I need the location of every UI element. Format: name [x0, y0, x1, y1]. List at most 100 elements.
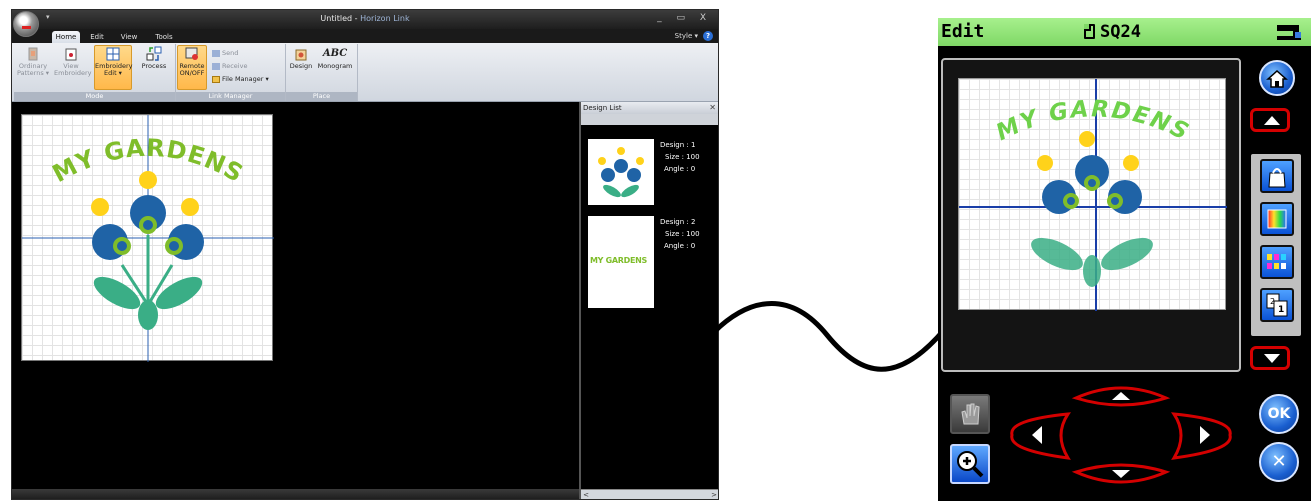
process-button[interactable]: Process — [136, 46, 172, 70]
ribbon: Ordinary Patterns ▾ View Embroidery Embr… — [12, 43, 718, 102]
remote-label: Remote ON/OFF — [179, 62, 205, 77]
embroidery-edit-icon — [106, 47, 120, 61]
thread-colors-icon — [1267, 254, 1286, 269]
thread-colors-button[interactable] — [1260, 245, 1294, 279]
svg-text:1: 1 — [1278, 305, 1284, 315]
design-artwork[interactable]: MY GARDENS — [22, 115, 274, 362]
color-tool-button[interactable] — [1260, 202, 1294, 236]
remote-onoff-button[interactable]: Remote ON/OFF — [177, 45, 207, 90]
monogram-button[interactable]: ABC Monogram — [316, 46, 354, 70]
style-menu[interactable]: Style ▾ — [675, 32, 698, 40]
design-button[interactable]: Design — [288, 46, 314, 70]
send-label: Send — [222, 49, 239, 57]
scroll-down-button[interactable] — [1250, 346, 1290, 370]
home-button[interactable] — [1259, 60, 1295, 96]
design-number: Design : 1 — [660, 141, 696, 149]
view-embroidery-label: View Embroidery — [54, 62, 92, 77]
design-list-panel: Design List ✕ Design : 1 Size : 100 Angl… — [579, 102, 718, 499]
title-separator: - — [352, 14, 361, 23]
scroll-up-button[interactable] — [1250, 108, 1290, 132]
view-embroidery-button[interactable]: View Embroidery — [54, 46, 92, 77]
receive-label: Receive — [222, 62, 248, 70]
frame-label: SQ24 — [1100, 22, 1141, 42]
up-arrow-icon — [1264, 116, 1280, 125]
scroll-left-arrow[interactable]: < — [581, 490, 591, 499]
scroll-right-arrow[interactable]: > — [709, 490, 718, 499]
folder-icon — [212, 75, 220, 83]
ordinary-patterns-label: Ordinary Patterns ▾ — [16, 62, 50, 77]
design-canvas[interactable]: MY GARDENS — [21, 114, 274, 362]
design-thumbnail-2[interactable]: MY GARDENS — [588, 216, 654, 308]
bag-tool-button[interactable] — [1260, 159, 1294, 193]
canvas-area: MY GARDENS — [12, 102, 579, 490]
cancel-button[interactable]: ✕ — [1259, 442, 1299, 482]
app-menu-logo-icon[interactable] — [13, 11, 39, 37]
connection-cable — [712, 301, 946, 372]
down-arrow-icon — [1264, 354, 1280, 363]
ribbon-tabs: Home Edit View Tools Style ▾ ? — [12, 29, 718, 44]
frame-icon — [1084, 24, 1095, 39]
window-title: Untitled - Horizon Link — [12, 14, 718, 23]
design-thumbnail-1[interactable] — [588, 139, 654, 205]
ribbon-group-mode: Ordinary Patterns ▾ View Embroidery Embr… — [14, 44, 176, 101]
ordinary-patterns-button[interactable]: Ordinary Patterns ▾ — [16, 46, 50, 77]
send-button[interactable]: Send — [212, 48, 238, 58]
color-palette-icon — [1267, 209, 1287, 229]
text-thumbnail: MY GARDENS — [590, 256, 648, 265]
machine-title: Edit — [941, 21, 985, 42]
design-angle: Angle : 0 — [664, 242, 696, 250]
close-icon[interactable]: ✕ — [709, 102, 716, 114]
machine-design-artwork: MY GARDENS — [959, 79, 1227, 311]
window-controls[interactable]: _ ▭ X — [657, 13, 712, 23]
sewing-machine-icon[interactable] — [1275, 22, 1303, 42]
file-manager-button[interactable]: File Manager ▾ — [212, 74, 269, 84]
ok-button[interactable]: OK — [1259, 394, 1299, 434]
ribbon-group-link-manager: Remote ON/OFF Send Receive File Manager … — [176, 44, 286, 101]
design-list-title: Design List — [583, 104, 622, 112]
monogram-label: Monogram — [317, 62, 353, 70]
embroidery-edit-label: Embroidery Edit ▾ — [95, 62, 133, 77]
design-info-2: Design : 2 Size : 100 Angle : 0 — [660, 216, 700, 252]
hand-move-button[interactable] — [950, 394, 990, 434]
bag-icon — [1268, 168, 1286, 188]
design-number: Design : 2 — [660, 218, 696, 226]
app-name: Horizon Link — [360, 14, 410, 23]
layer-order-icon: 21 — [1266, 293, 1288, 317]
hand-icon — [961, 403, 980, 425]
design-info-1: Design : 1 Size : 100 Angle : 0 — [660, 139, 700, 175]
machine-side-toolbar: 21 — [1251, 154, 1301, 336]
magnifier-icon — [957, 451, 984, 478]
design-list-toolbar — [581, 114, 718, 125]
embroidery-edit-button[interactable]: Embroidery Edit ▾ — [94, 45, 133, 90]
direction-pad — [1010, 386, 1232, 484]
group-label-link-manager: Link Manager — [176, 92, 285, 101]
ordinary-patterns-icon — [28, 47, 38, 61]
document-name: Untitled — [320, 14, 353, 23]
help-icon[interactable]: ? — [703, 31, 713, 41]
flower-thumbnail — [598, 147, 644, 198]
ribbon-group-place: Design ABC Monogram Place — [286, 44, 358, 101]
send-icon — [212, 49, 220, 57]
move-down-button[interactable] — [1071, 463, 1171, 484]
design-size: Size : 100 — [665, 230, 700, 238]
horizontal-scrollbar[interactable]: < > — [581, 489, 718, 499]
move-left-button[interactable] — [1010, 412, 1072, 460]
receive-icon — [212, 62, 220, 70]
zoom-button[interactable] — [950, 444, 990, 484]
file-manager-label: File Manager ▾ — [222, 75, 269, 83]
order-tool-button[interactable]: 21 — [1260, 288, 1294, 322]
svg-text:2: 2 — [1270, 297, 1275, 306]
process-icon — [146, 46, 162, 61]
remote-icon — [185, 47, 198, 60]
move-right-button[interactable] — [1170, 412, 1232, 460]
move-up-button[interactable] — [1071, 386, 1171, 407]
horizon-link-window: ▾ Untitled - Horizon Link _ ▭ X Home Edi… — [11, 9, 719, 500]
home-icon — [1266, 69, 1288, 88]
machine-preview-panel: MY GARDENS — [941, 58, 1241, 372]
machine-design-canvas[interactable]: MY GARDENS — [958, 78, 1227, 311]
machine-screen: Edit SQ24 MY GARDENS 2 1 OK ✕ — [938, 18, 1311, 501]
group-label-mode: Mode — [14, 92, 175, 101]
receive-button[interactable]: Receive — [212, 61, 247, 71]
machine-header: Edit SQ24 — [938, 18, 1311, 46]
title-bar: ▾ Untitled - Horizon Link _ ▭ X — [12, 10, 718, 29]
